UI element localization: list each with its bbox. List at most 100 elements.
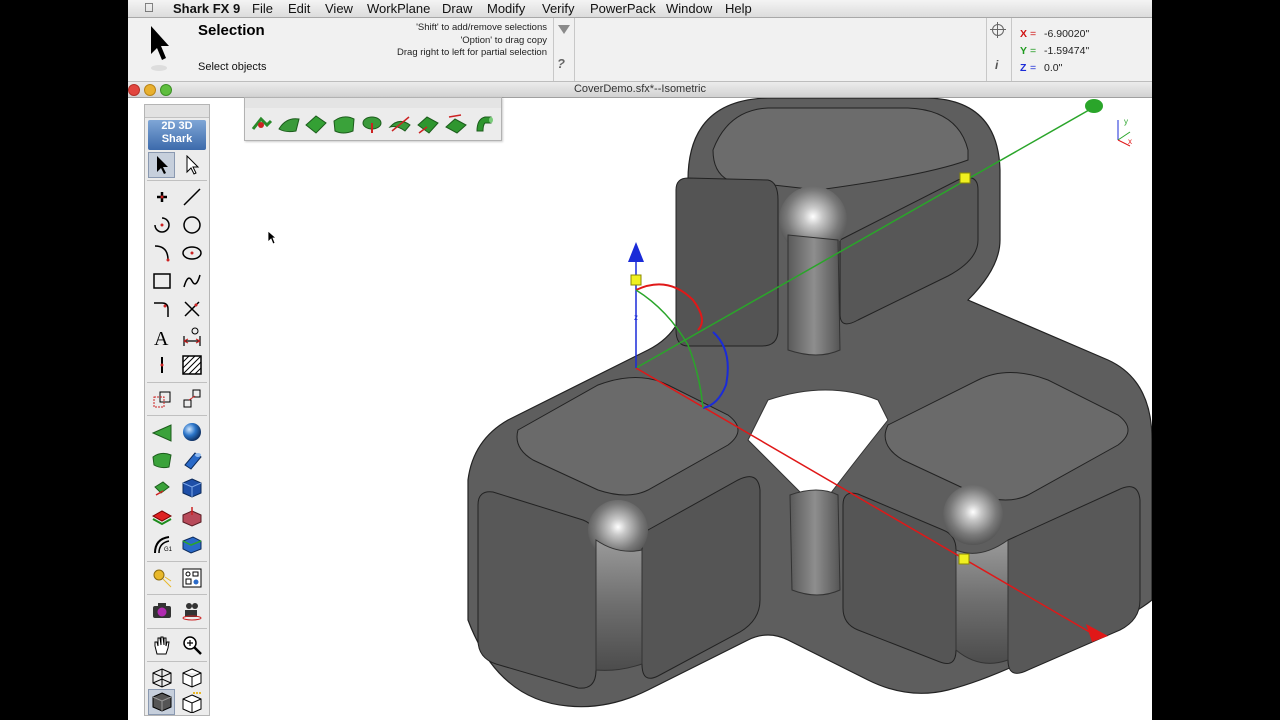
array-icon[interactable]	[178, 386, 205, 412]
text-icon[interactable]: A	[148, 324, 175, 350]
surface-toolbar	[244, 97, 502, 141]
line-icon[interactable]	[178, 184, 205, 210]
toolbar-titlebar[interactable]	[145, 105, 209, 118]
surface-sweep-icon[interactable]	[387, 111, 413, 137]
divider	[147, 628, 207, 629]
coord-y-value[interactable]: -1.59474"	[1044, 45, 1089, 57]
box-icon[interactable]	[178, 475, 205, 501]
close-window-icon[interactable]	[128, 84, 140, 96]
view-cube-icon[interactable]	[178, 665, 205, 691]
hatch-icon[interactable]	[178, 352, 205, 378]
cylinder-icon[interactable]	[178, 447, 205, 473]
menu-modify[interactable]: Modify	[487, 1, 525, 16]
menu-bar:  Shark FX 9 File Edit View WorkPlane Dr…	[128, 0, 1152, 18]
dimension-icon[interactable]	[178, 324, 205, 350]
spline-icon[interactable]	[178, 268, 205, 294]
solid-split-icon[interactable]	[178, 531, 205, 557]
fillet-icon[interactable]	[148, 296, 175, 322]
tool-subtitle: Select objects	[198, 61, 267, 73]
divider	[574, 18, 575, 81]
menu-window[interactable]: Window	[666, 1, 712, 16]
divider	[147, 561, 207, 562]
ellipse-icon[interactable]	[178, 240, 205, 266]
loft-surface-icon[interactable]	[148, 447, 175, 473]
trim-icon[interactable]	[178, 296, 205, 322]
circle-icon[interactable]	[178, 212, 205, 238]
view-iso-icon[interactable]	[148, 665, 175, 691]
select-arrow-icon[interactable]	[148, 152, 175, 178]
menu-workplane[interactable]: WorkPlane	[367, 1, 430, 16]
coord-eq: =	[1030, 62, 1037, 74]
vertical-line-icon[interactable]	[148, 352, 175, 378]
divider	[147, 661, 207, 662]
apple-menu-icon[interactable]: 	[144, 0, 154, 15]
extrude-surface-icon[interactable]	[148, 419, 175, 445]
app-menu[interactable]: Shark FX 9	[173, 1, 240, 16]
divider	[1011, 18, 1012, 81]
arc-3pt-icon[interactable]	[148, 212, 175, 238]
cad-model[interactable]	[467, 98, 1152, 708]
point-icon[interactable]	[148, 184, 175, 210]
menu-view[interactable]: View	[325, 1, 353, 16]
app-screen:  Shark FX 9 File Edit View WorkPlane Dr…	[128, 0, 1152, 720]
3d-viewport[interactable]: z y x	[128, 98, 1152, 720]
surface-patch-icon[interactable]	[331, 111, 357, 137]
divider	[147, 382, 207, 383]
boolean-icon[interactable]	[178, 503, 205, 529]
revolve-icon[interactable]	[148, 475, 175, 501]
gizmo-x-label: x	[1128, 137, 1132, 146]
view-shaded-icon[interactable]	[148, 689, 175, 715]
menu-verify[interactable]: Verify	[542, 1, 575, 16]
snap-target-icon[interactable]	[990, 22, 1006, 38]
x-handle[interactable]	[958, 553, 970, 565]
surface-ruled-icon[interactable]	[276, 111, 302, 137]
render-lights-icon[interactable]	[148, 565, 175, 591]
coord-x-value[interactable]: -6.90020"	[1044, 28, 1089, 40]
rectangle-icon[interactable]	[148, 268, 175, 294]
menu-powerpack[interactable]: PowerPack	[590, 1, 656, 16]
info-icon[interactable]: i	[995, 58, 998, 72]
select-subobject-icon[interactable]	[178, 152, 205, 178]
minimize-window-icon[interactable]	[144, 84, 156, 96]
coord-z: Z = 0.0"	[1020, 62, 1062, 74]
menu-draw[interactable]: Draw	[442, 1, 472, 16]
sphere-icon[interactable]	[178, 419, 205, 445]
toolbar-titlebar[interactable]	[245, 98, 501, 108]
draw-toolbar: 2D 3D Shark A G1	[144, 104, 210, 716]
y-handle[interactable]	[959, 172, 971, 184]
zoom-icon[interactable]	[178, 632, 205, 658]
zoom-window-icon[interactable]	[160, 84, 172, 96]
layers-icon[interactable]	[178, 565, 205, 591]
menu-file[interactable]: File	[252, 1, 273, 16]
model-face	[477, 491, 597, 689]
surface-point-icon[interactable]	[249, 111, 275, 137]
surface-loft-icon[interactable]	[303, 111, 329, 137]
divider	[553, 18, 554, 81]
surface-blend-icon[interactable]	[415, 111, 441, 137]
surface-pipe-icon[interactable]	[471, 111, 497, 137]
animation-icon[interactable]	[178, 598, 205, 624]
shark-logo: 2D 3D Shark	[148, 120, 206, 150]
sweep-icon[interactable]	[148, 503, 175, 529]
deform-icon[interactable]: G1	[148, 531, 175, 557]
camera-icon[interactable]	[148, 598, 175, 624]
arc-tangent-icon[interactable]	[148, 240, 175, 266]
svg-text:A: A	[154, 328, 169, 348]
pan-hand-icon[interactable]	[148, 632, 175, 658]
tool-hint: 'Shift' to add/remove selections	[416, 22, 547, 33]
help-icon[interactable]: ?	[557, 56, 565, 71]
y-axis-arrow-icon[interactable]	[1085, 99, 1103, 113]
z-handle[interactable]	[630, 274, 642, 286]
z-axis-arrow-icon[interactable]	[628, 242, 644, 262]
transform-icon[interactable]	[148, 386, 175, 412]
model-face	[675, 177, 779, 347]
coord-eq: =	[1030, 28, 1037, 40]
surface-revolve-icon[interactable]	[359, 111, 385, 137]
coord-z-value[interactable]: 0.0"	[1044, 62, 1062, 74]
z-axis-label: z	[634, 313, 638, 322]
menu-help[interactable]: Help	[725, 1, 752, 16]
surface-offset-icon[interactable]	[443, 111, 469, 137]
menu-edit[interactable]: Edit	[288, 1, 310, 16]
options-dropdown-icon[interactable]	[558, 25, 570, 34]
view-render-icon[interactable]	[178, 689, 205, 715]
